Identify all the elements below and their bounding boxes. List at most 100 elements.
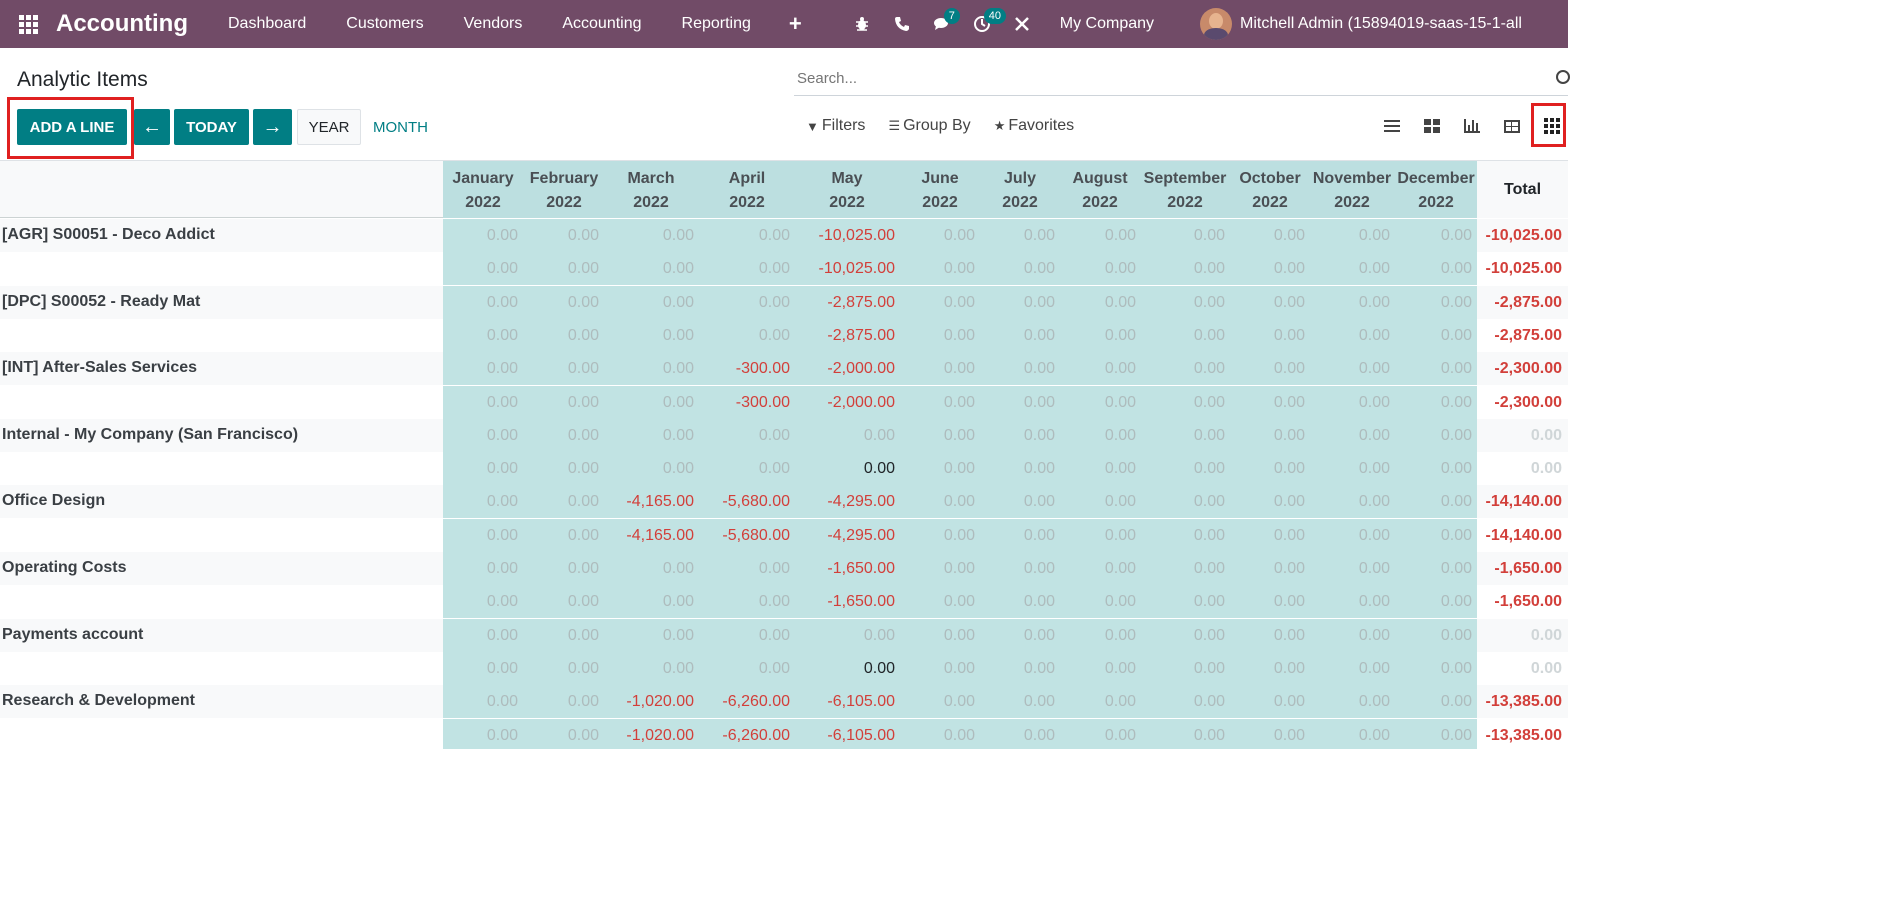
grid-cell[interactable]: 0.00: [965, 227, 1055, 245]
grid-cell[interactable]: 0.00: [1046, 560, 1136, 578]
grid-cell[interactable]: 0.00: [700, 427, 790, 445]
grid-cell[interactable]: 0.00: [1135, 427, 1225, 445]
grid-cell[interactable]: 0.00: [604, 593, 694, 611]
grid-cell[interactable]: 0.00: [885, 260, 975, 278]
grid-cell[interactable]: 0.00: [1135, 460, 1225, 478]
grid-cell[interactable]: -1,020.00: [604, 693, 694, 711]
grid-cell[interactable]: -1,650.00: [805, 560, 895, 578]
grid-cell[interactable]: 0.00: [428, 360, 518, 378]
grid-cell[interactable]: 0.00: [604, 327, 694, 345]
grid-cell[interactable]: 0.00: [885, 360, 975, 378]
grid-cell[interactable]: 0.00: [1215, 727, 1305, 745]
grid-cell[interactable]: 0.00: [428, 394, 518, 412]
grid-cell[interactable]: -300.00: [700, 360, 790, 378]
grid-cell[interactable]: 0.00: [965, 493, 1055, 511]
grid-cell[interactable]: 0.00: [509, 294, 599, 312]
grid-cell[interactable]: 0.00: [1046, 627, 1136, 645]
company-switcher[interactable]: My Company: [1042, 15, 1174, 33]
grid-cell[interactable]: 0.00: [428, 727, 518, 745]
grid-cell[interactable]: 0.00: [1135, 727, 1225, 745]
grid-cell[interactable]: -5,680.00: [700, 493, 790, 511]
grid-cell[interactable]: 0.00: [1215, 360, 1305, 378]
debug-bug-icon[interactable]: [842, 0, 882, 48]
grid-cell[interactable]: 0.00: [885, 294, 975, 312]
grid-cell[interactable]: 0.00: [1300, 593, 1390, 611]
grid-cell[interactable]: 0.00: [604, 394, 694, 412]
grid-cell[interactable]: 0.00: [885, 493, 975, 511]
grid-cell[interactable]: 0.00: [1300, 394, 1390, 412]
grid-cell[interactable]: -300.00: [700, 394, 790, 412]
grid-cell[interactable]: 0.00: [1215, 527, 1305, 545]
menu-accounting[interactable]: Accounting: [542, 15, 661, 33]
grid-cell[interactable]: 0.00: [700, 227, 790, 245]
grid-cell[interactable]: 0.00: [1382, 527, 1472, 545]
grid-cell[interactable]: 0.00: [1382, 560, 1472, 578]
grid-cell[interactable]: 0.00: [1382, 660, 1472, 678]
grid-cell[interactable]: 0.00: [700, 294, 790, 312]
grid-cell[interactable]: 0.00: [885, 627, 975, 645]
grid-cell[interactable]: 0.00: [509, 660, 599, 678]
grid-cell[interactable]: 0.00: [1300, 294, 1390, 312]
app-brand[interactable]: Accounting: [56, 10, 188, 38]
search-input[interactable]: [794, 64, 1514, 92]
grid-cell[interactable]: 0.00: [509, 527, 599, 545]
grid-cell[interactable]: 0.00: [885, 527, 975, 545]
grid-cell[interactable]: 0.00: [885, 593, 975, 611]
grid-cell[interactable]: 0.00: [1382, 427, 1472, 445]
grid-cell[interactable]: 0.00: [965, 693, 1055, 711]
grid-cell[interactable]: -6,260.00: [700, 727, 790, 745]
grid-cell[interactable]: 0.00: [604, 660, 694, 678]
grid-cell[interactable]: 0.00: [1046, 427, 1136, 445]
grid-cell[interactable]: 0.00: [604, 294, 694, 312]
grid-cell[interactable]: -2,000.00: [805, 360, 895, 378]
tools-icon[interactable]: [1002, 0, 1042, 48]
grid-cell[interactable]: 0.00: [1135, 227, 1225, 245]
grid-cell[interactable]: 0.00: [1300, 360, 1390, 378]
grid-cell[interactable]: -2,875.00: [805, 327, 895, 345]
grid-cell[interactable]: -1,020.00: [604, 727, 694, 745]
pivot-view-icon[interactable]: [1492, 112, 1532, 140]
grid-cell[interactable]: 0.00: [1135, 527, 1225, 545]
kanban-view-icon[interactable]: [1412, 112, 1452, 140]
grid-cell[interactable]: 0.00: [1046, 360, 1136, 378]
grid-cell[interactable]: 0.00: [1135, 560, 1225, 578]
grid-cell[interactable]: 0.00: [428, 260, 518, 278]
grid-cell[interactable]: 0.00: [1046, 593, 1136, 611]
grid-cell[interactable]: 0.00: [885, 660, 975, 678]
grid-cell[interactable]: 0.00: [1046, 527, 1136, 545]
grid-cell[interactable]: -6,105.00: [805, 727, 895, 745]
menu-dashboard[interactable]: Dashboard: [208, 15, 326, 33]
menu-vendors[interactable]: Vendors: [444, 15, 543, 33]
grid-cell[interactable]: 0.00: [1300, 493, 1390, 511]
grid-cell[interactable]: 0.00: [428, 460, 518, 478]
grid-cell[interactable]: 0.00: [885, 560, 975, 578]
grid-cell[interactable]: 0.00: [1215, 560, 1305, 578]
grid-cell[interactable]: 0.00: [1382, 727, 1472, 745]
grid-cell[interactable]: 0.00: [1135, 394, 1225, 412]
grid-cell[interactable]: -4,165.00: [604, 527, 694, 545]
grid-cell[interactable]: 0.00: [700, 560, 790, 578]
grid-cell[interactable]: 0.00: [1382, 593, 1472, 611]
grid-cell[interactable]: 0.00: [885, 427, 975, 445]
grid-cell[interactable]: -4,165.00: [604, 493, 694, 511]
grid-cell[interactable]: 0.00: [1046, 493, 1136, 511]
grid-cell[interactable]: 0.00: [805, 627, 895, 645]
grid-cell[interactable]: 0.00: [700, 627, 790, 645]
grid-cell[interactable]: 0.00: [428, 427, 518, 445]
grid-cell[interactable]: 0.00: [1300, 227, 1390, 245]
grid-cell[interactable]: 0.00: [1135, 294, 1225, 312]
menu-reporting[interactable]: Reporting: [662, 15, 771, 33]
grid-cell[interactable]: 0.00: [1300, 327, 1390, 345]
grid-cell[interactable]: 0.00: [965, 560, 1055, 578]
messages-icon[interactable]: 7: [922, 0, 962, 48]
grid-cell[interactable]: 0.00: [509, 593, 599, 611]
grid-cell[interactable]: 0.00: [428, 693, 518, 711]
grid-cell[interactable]: 0.00: [509, 260, 599, 278]
grid-cell[interactable]: 0.00: [1300, 460, 1390, 478]
grid-cell[interactable]: 0.00: [1300, 427, 1390, 445]
grid-cell[interactable]: 0.00: [1382, 360, 1472, 378]
grid-cell[interactable]: 0.00: [965, 627, 1055, 645]
grid-cell[interactable]: -4,295.00: [805, 527, 895, 545]
grid-cell[interactable]: 0.00: [1135, 627, 1225, 645]
grid-cell[interactable]: -2,000.00: [805, 394, 895, 412]
